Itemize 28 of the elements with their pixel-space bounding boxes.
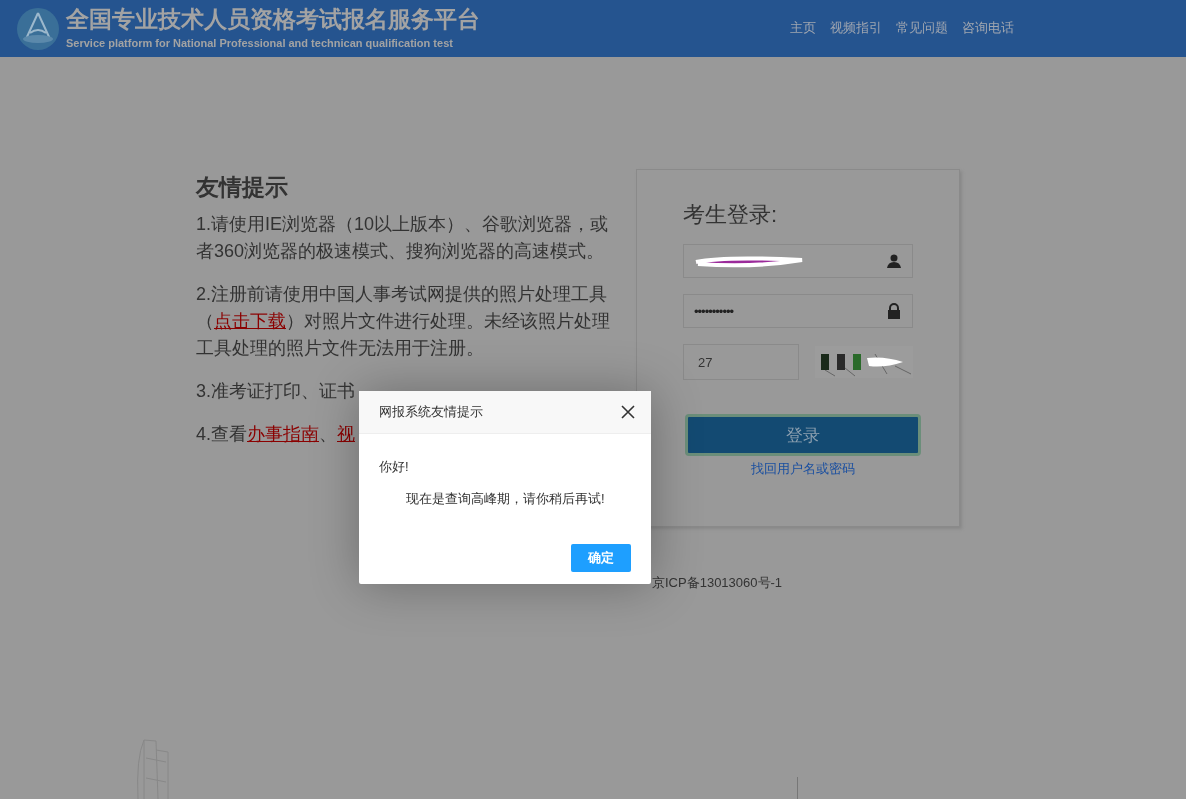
notice-link[interactable]: 办事指南 xyxy=(247,424,319,444)
ok-button[interactable]: 确定 xyxy=(571,544,631,572)
notice-paragraph: 3.准考证打印、证书 xyxy=(196,380,356,403)
site-subtitle: Service platform for National Professional and technican qualification test xyxy=(66,37,454,50)
login-title: 考生登录: xyxy=(683,201,779,229)
recover-link[interactable]: 找回用户名或密码 xyxy=(685,460,921,478)
nav-link[interactable]: 主页 xyxy=(790,18,816,37)
close-icon[interactable] xyxy=(621,405,635,419)
dialog-title: 网报系统友情提示 xyxy=(379,403,483,421)
dialog-message: 现在是查询高峰期，请你稍后再试! xyxy=(406,490,606,508)
logo-icon xyxy=(16,6,60,51)
site-title: 全国专业技术人员资格考试报名服务平台 xyxy=(66,7,481,31)
captcha-field[interactable]: 27 xyxy=(683,344,799,380)
notice-paragraph: 2.注册前请使用中国人事考试网提供的照片处理工具（点击下载）对照片文件进行处理。未经该照片处理工具处理的照片文件无法用于注册。 xyxy=(196,283,611,360)
login-button[interactable]: 登录 xyxy=(685,414,921,456)
nav-link[interactable]: 咨询电话 xyxy=(962,18,1014,37)
user-icon xyxy=(886,253,902,269)
notice-heading: 友情提示 xyxy=(196,173,289,201)
username-field[interactable] xyxy=(683,244,913,278)
password-field[interactable]: ••••••••••• xyxy=(683,294,913,328)
notice-paragraph: 1.请使用IE浏览器（10以上版本）、谷歌浏览器，或者360浏览器的极速模式、搜狗浏览器的高速模式。 xyxy=(196,213,610,263)
lock-icon xyxy=(886,303,902,319)
nav-link[interactable]: 常见问题 xyxy=(896,18,948,37)
nav-link[interactable]: 视频指引 xyxy=(830,18,882,37)
footer-text: 京ICP备13013060号-1 xyxy=(652,574,783,592)
notice-link[interactable]: 点击下载 xyxy=(214,311,286,331)
notice-link[interactable]: 视 xyxy=(337,424,355,444)
dialog-greeting: 你好! xyxy=(379,458,410,476)
